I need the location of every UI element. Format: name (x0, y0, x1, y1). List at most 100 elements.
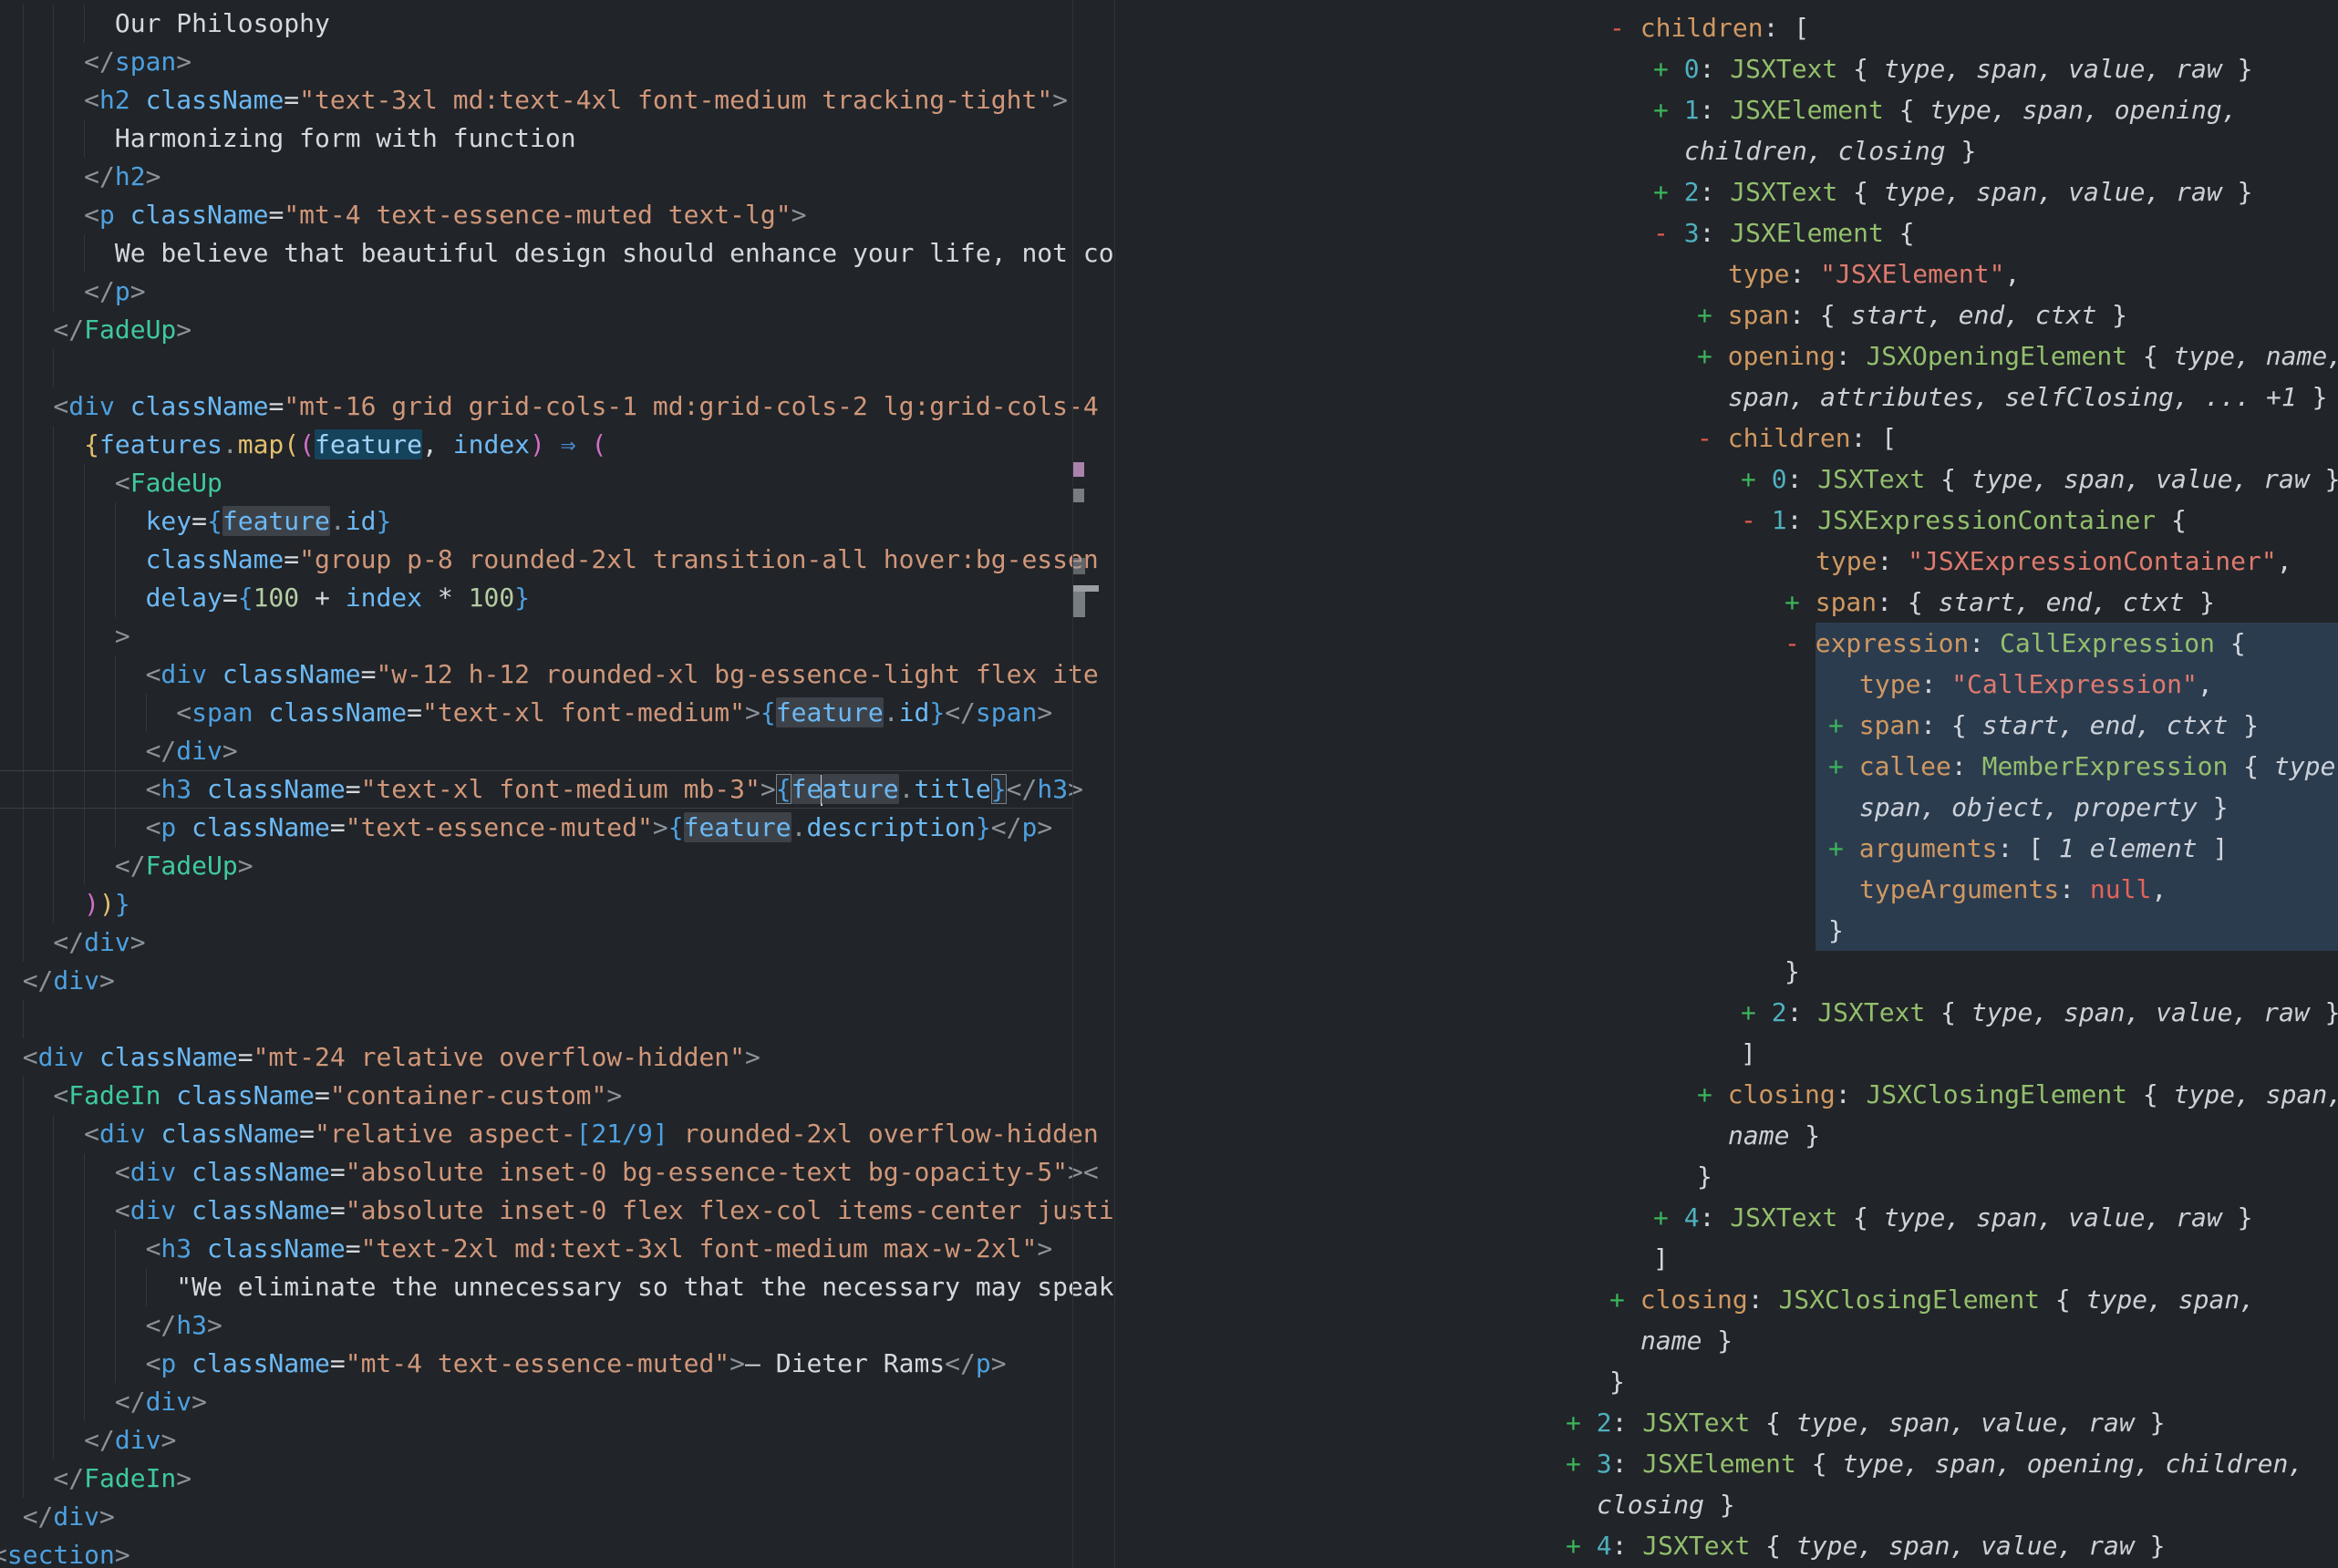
collapse-toggle-icon[interactable]: - (1609, 13, 1640, 43)
code-line[interactable]: <p className="mt-4 text-essence-muted te… (0, 196, 1114, 234)
expand-toggle-icon[interactable]: + (1653, 95, 1684, 125)
code-line[interactable]: {features.map((feature, index) ⇒ ( (0, 426, 1114, 464)
code-line[interactable]: <p className="mt-4 text-essence-muted">—… (0, 1345, 1114, 1383)
code-editor-pane[interactable]: Our Philosophy</span><h2 className="text… (0, 0, 1114, 1568)
ast-line[interactable]: type: "CallExpression", (1114, 664, 2338, 705)
expand-toggle-icon[interactable]: + (1697, 341, 1728, 371)
code-line[interactable]: <div className="mt-24 relative overflow-… (0, 1038, 1114, 1077)
code-line[interactable]: delay={100 + index * 100} (0, 579, 1114, 617)
code-line[interactable]: </div> (0, 1498, 1114, 1536)
expand-toggle-icon[interactable]: + (1828, 833, 1859, 863)
ast-line[interactable]: type: "JSXExpressionContainer", (1114, 541, 2338, 582)
ast-line[interactable]: + 2: JSXText { type, span, value, raw } (1114, 992, 2338, 1033)
ast-line[interactable]: name } (1114, 1115, 2338, 1156)
expand-toggle-icon[interactable]: + (1566, 1449, 1597, 1479)
ast-line[interactable]: + span: { start, end, ctxt } (1114, 582, 2338, 623)
ast-line[interactable]: + 3: JSXElement { type, span, opening, c… (1114, 1443, 2338, 1484)
code-line[interactable]: <div className="w-12 h-12 rounded-xl bg-… (0, 655, 1114, 694)
expand-toggle-icon[interactable]: + (1828, 751, 1859, 781)
ast-line[interactable]: + callee: MemberExpression { type, (1114, 746, 2338, 787)
ast-line[interactable]: + 1: JSXElement { type, span, opening, (1114, 89, 2338, 130)
code-line[interactable] (0, 349, 1114, 387)
ast-line[interactable]: + 0: JSXText { type, span, value, raw } (1114, 459, 2338, 500)
code-line-current[interactable]: <h3 className="text-xl font-medium mb-3"… (0, 770, 1114, 809)
expand-toggle-icon[interactable]: + (1653, 54, 1684, 84)
ast-line[interactable]: span, object, property } (1114, 787, 2338, 828)
ast-line[interactable]: - 1: JSXExpressionContainer { (1114, 500, 2338, 541)
ast-line[interactable]: } (1114, 951, 2338, 992)
expand-toggle-icon[interactable]: + (1697, 300, 1728, 330)
ast-line[interactable]: + 2: JSXText { type, span, value, raw } (1114, 171, 2338, 212)
expand-toggle-icon[interactable]: + (1741, 464, 1772, 494)
expand-toggle-icon[interactable]: + (1785, 587, 1816, 617)
ast-line[interactable]: - expression: CallExpression { (1114, 623, 2338, 664)
code-line[interactable]: </FadeIn> (0, 1460, 1114, 1498)
code-line[interactable]: <section> (0, 1536, 1114, 1568)
ast-tree-pane[interactable]: - children: [+ 0: JSXText { type, span, … (1114, 0, 2338, 1568)
code-line[interactable]: > (0, 617, 1114, 655)
expand-toggle-icon[interactable]: + (1566, 1531, 1597, 1561)
ast-line[interactable]: + 2: JSXText { type, span, value, raw } (1114, 1402, 2338, 1443)
code-line[interactable]: </p> (0, 273, 1114, 311)
ast-line[interactable]: - 3: JSXElement { (1114, 212, 2338, 253)
code-line[interactable]: <div className="absolute inset-0 flex fl… (0, 1191, 1114, 1230)
code-line[interactable]: Our Philosophy (0, 5, 1114, 43)
ast-line[interactable]: + closing: JSXClosingElement { type, spa… (1114, 1279, 2338, 1320)
code-line[interactable]: </div> (0, 1383, 1114, 1421)
ast-line[interactable]: + span: { start, end, ctxt } (1114, 705, 2338, 746)
code-line[interactable]: We believe that beautiful design should … (0, 234, 1114, 273)
ast-line[interactable]: children, closing } (1114, 130, 2338, 171)
code-line[interactable]: </FadeUp> (0, 847, 1114, 885)
ast-line[interactable]: + closing: JSXClosingElement { type, spa… (1114, 1074, 2338, 1115)
ast-line[interactable]: + 0: JSXText { type, span, value, raw } (1114, 48, 2338, 89)
code-line[interactable]: </div> (0, 962, 1114, 1000)
code-line[interactable]: <FadeUp (0, 464, 1114, 502)
code-line[interactable]: "We eliminate the unnecessary so that th… (0, 1268, 1114, 1306)
ast-line[interactable]: ] (1114, 1033, 2338, 1074)
code-line[interactable]: </h3> (0, 1306, 1114, 1345)
code-line[interactable]: ))} (0, 885, 1114, 923)
expand-toggle-icon[interactable]: + (1741, 997, 1772, 1027)
ast-line[interactable]: type: "JSXElement", (1114, 253, 2338, 294)
code-line[interactable]: <div className="absolute inset-0 bg-esse… (0, 1153, 1114, 1191)
ast-line[interactable]: closing } (1114, 1484, 2338, 1525)
expand-toggle-icon[interactable]: + (1653, 1202, 1684, 1233)
code-line[interactable]: <div className="mt-16 grid grid-cols-1 m… (0, 387, 1114, 426)
expand-toggle-icon[interactable]: + (1653, 177, 1684, 207)
ast-line[interactable]: } (1114, 910, 2338, 951)
code-line[interactable]: <h2 className="text-3xl md:text-4xl font… (0, 81, 1114, 119)
collapse-toggle-icon[interactable]: - (1741, 505, 1772, 535)
code-line[interactable]: <div className="relative aspect-[21/9] r… (0, 1115, 1114, 1153)
ast-line[interactable]: } (1114, 1156, 2338, 1197)
expand-toggle-icon[interactable]: + (1566, 1408, 1597, 1438)
code-line[interactable]: </div> (0, 732, 1114, 770)
ast-line[interactable]: typeArguments: null, (1114, 869, 2338, 910)
code-line[interactable]: <p className="text-essence-muted">{featu… (0, 809, 1114, 847)
ast-line[interactable]: - children: [ (1114, 418, 2338, 459)
ast-line[interactable]: + 4: JSXText { type, span, value, raw } (1114, 1197, 2338, 1238)
ast-line[interactable]: + opening: JSXOpeningElement { type, nam… (1114, 335, 2338, 377)
code-line[interactable]: key={feature.id} (0, 502, 1114, 541)
expand-toggle-icon[interactable]: + (1828, 710, 1859, 740)
code-line[interactable]: </span> (0, 43, 1114, 81)
collapse-toggle-icon[interactable]: - (1785, 628, 1816, 658)
ast-line[interactable]: - children: [ (1114, 7, 2338, 48)
code-line[interactable] (0, 1000, 1114, 1038)
code-line[interactable]: <h3 className="text-2xl md:text-3xl font… (0, 1230, 1114, 1268)
collapse-toggle-icon[interactable]: - (1697, 423, 1728, 453)
code-line[interactable]: <span className="text-xl font-medium">{f… (0, 694, 1114, 732)
collapse-toggle-icon[interactable]: - (1653, 218, 1684, 248)
ast-line[interactable]: ] (1114, 1238, 2338, 1279)
code-line[interactable]: className="group p-8 rounded-2xl transit… (0, 541, 1114, 579)
ast-line[interactable]: name } (1114, 1320, 2338, 1361)
code-line[interactable]: </div> (0, 1421, 1114, 1460)
ast-line[interactable]: } (1114, 1361, 2338, 1402)
ast-line[interactable]: + arguments: [ 1 element ] (1114, 828, 2338, 869)
ast-line[interactable]: + span: { start, end, ctxt } (1114, 294, 2338, 335)
ast-line[interactable]: span, attributes, selfClosing, ... +1 } (1114, 377, 2338, 418)
code-line[interactable]: <FadeIn className="container-custom"> (0, 1077, 1114, 1115)
expand-toggle-icon[interactable]: + (1697, 1079, 1728, 1109)
code-line[interactable]: </FadeUp> (0, 311, 1114, 349)
code-line[interactable]: </div> (0, 923, 1114, 962)
code-line[interactable]: Harmonizing form with function (0, 119, 1114, 158)
